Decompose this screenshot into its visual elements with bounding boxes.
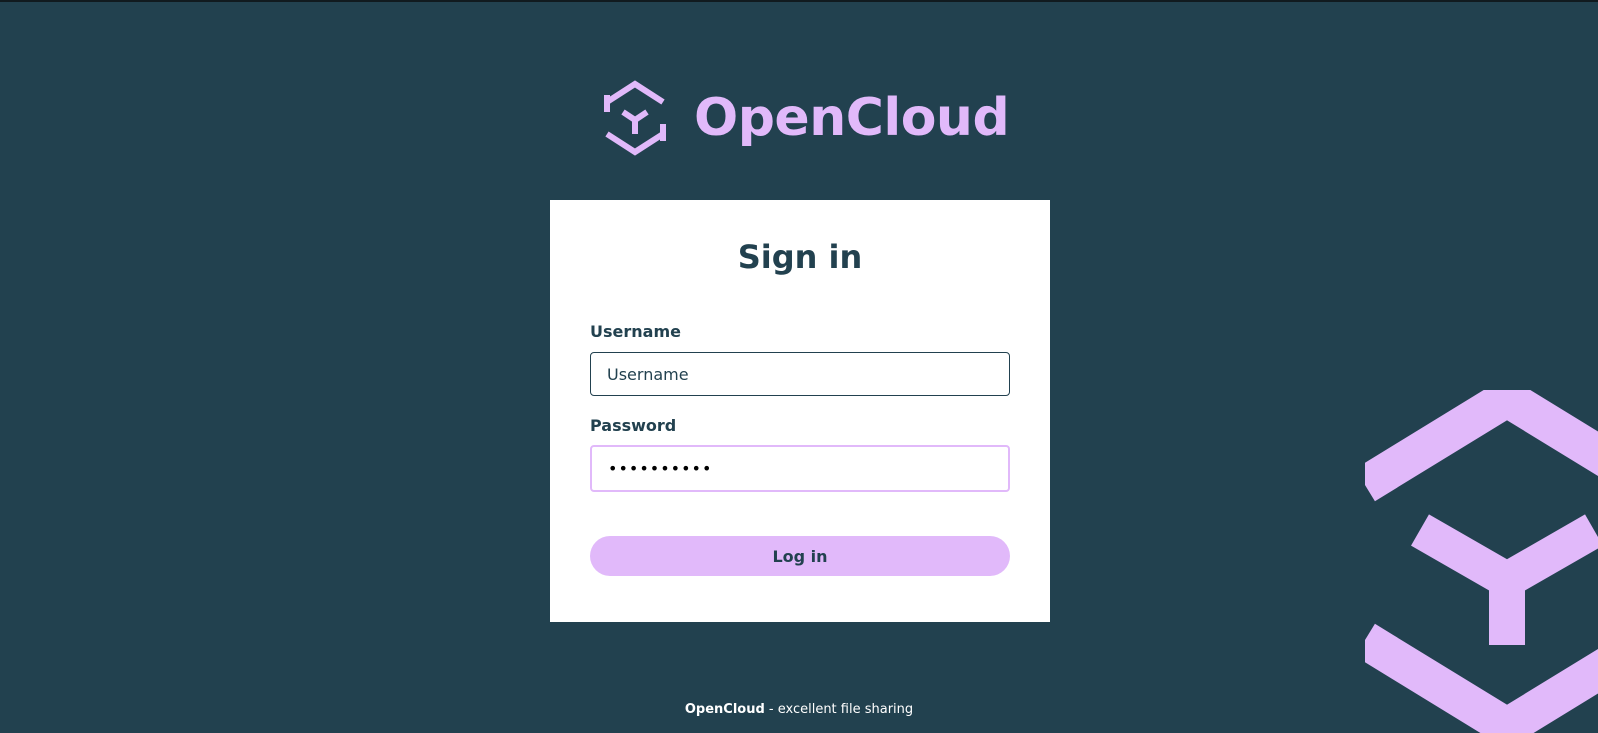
- username-input[interactable]: [590, 352, 1010, 397]
- opencloud-hexagon-background-icon: [1365, 390, 1598, 733]
- page-title: Sign in: [737, 238, 863, 276]
- browser-top-border: [0, 0, 1598, 2]
- footer: OpenCloud - excellent file sharing: [0, 702, 1598, 717]
- footer-brand: OpenCloud: [684, 702, 765, 717]
- login-button[interactable]: Log in: [590, 536, 1010, 577]
- password-input[interactable]: [590, 445, 1010, 493]
- password-label: Password: [590, 416, 677, 436]
- login-card: Sign in Username Password Log in: [550, 200, 1050, 622]
- opencloud-hexagon-icon: [604, 80, 666, 156]
- brand-logo: OpenCloud: [604, 78, 1010, 158]
- login-page: OpenCloud Sign in Username Password Log …: [0, 0, 1598, 733]
- footer-tagline: - excellent file sharing: [764, 702, 914, 717]
- username-label: Username: [590, 322, 681, 342]
- brand-name: OpenCloud: [694, 88, 1010, 148]
